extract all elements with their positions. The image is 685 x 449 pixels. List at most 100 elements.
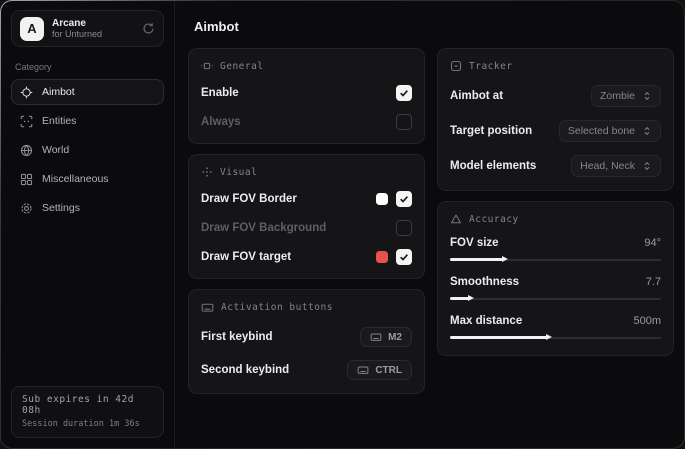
first-keybind-button[interactable]: M2 bbox=[360, 327, 412, 347]
setting-label: Draw FOV Border bbox=[201, 193, 297, 205]
slider-fill bbox=[450, 297, 469, 300]
setting-label: Always bbox=[201, 116, 241, 128]
slider-thumb[interactable] bbox=[502, 256, 508, 262]
sub-expires-text: Sub expires in 42d 08h bbox=[22, 394, 153, 416]
model-elements-dropdown[interactable]: Head, Neck bbox=[571, 155, 661, 177]
second-keybind-button[interactable]: CTRL bbox=[347, 360, 412, 380]
setting-label: Draw FOV target bbox=[201, 251, 291, 263]
sidebar-item-label: Aimbot bbox=[42, 86, 75, 98]
card-title: Activation buttons bbox=[221, 302, 333, 313]
arcane-window: A Arcane for Unturned Category Aimbot bbox=[1, 1, 684, 448]
sidebar-item-entities[interactable]: Entities bbox=[11, 108, 164, 134]
tracker-card: Tracker Aimbot at Zombie bbox=[437, 48, 674, 191]
sidebar-item-label: Miscellaneous bbox=[42, 173, 109, 185]
keybind-value: CTRL bbox=[375, 365, 402, 376]
setting-row-smoothness: Smoothness 7.7 bbox=[450, 276, 661, 303]
smoothness-slider[interactable] bbox=[450, 294, 661, 303]
setting-row-fov-background: Draw FOV Background bbox=[201, 220, 412, 236]
dropdown-value: Selected bone bbox=[568, 125, 635, 137]
app-names: Arcane for Unturned bbox=[52, 18, 134, 40]
setting-label: Draw FOV Background bbox=[201, 222, 326, 234]
sidebar-item-world[interactable]: World bbox=[11, 137, 164, 163]
card-title: Visual bbox=[220, 167, 257, 178]
setting-row-max-distance: Max distance 500m bbox=[450, 315, 661, 342]
setting-row-target-position: Target position Selected bone bbox=[450, 120, 661, 142]
sidebar-item-settings[interactable]: Settings bbox=[11, 195, 164, 221]
fov-border-checkbox[interactable] bbox=[396, 191, 412, 207]
grid-icon bbox=[20, 173, 33, 186]
setting-row-aimbot-at: Aimbot at Zombie bbox=[450, 85, 661, 107]
smoothness-value: 7.7 bbox=[646, 276, 661, 288]
fov-target-color-swatch[interactable] bbox=[376, 251, 388, 263]
setting-row-second-keybind: Second keybind CTRL bbox=[201, 360, 412, 380]
sidebar-item-miscellaneous[interactable]: Miscellaneous bbox=[11, 166, 164, 192]
activation-card-header: Activation buttons bbox=[201, 301, 412, 314]
setting-label: Model elements bbox=[450, 160, 536, 172]
keyboard-icon bbox=[357, 364, 369, 376]
category-label: Category bbox=[15, 62, 160, 72]
dropdown-value: Head, Neck bbox=[580, 160, 635, 172]
keybind-value: M2 bbox=[388, 332, 402, 343]
globe-icon bbox=[20, 144, 33, 157]
target-position-dropdown[interactable]: Selected bone bbox=[559, 120, 661, 142]
setting-label: Aimbot at bbox=[450, 90, 503, 102]
setting-row-enable: Enable bbox=[201, 85, 412, 101]
setting-label: Smoothness bbox=[450, 276, 519, 288]
aimbot-at-dropdown[interactable]: Zombie bbox=[591, 85, 661, 107]
keyboard-icon bbox=[201, 301, 214, 314]
general-card-header: General bbox=[201, 60, 412, 72]
setting-row-always: Always bbox=[201, 114, 412, 130]
setting-label: Second keybind bbox=[201, 364, 289, 376]
tracker-icon bbox=[450, 60, 462, 72]
sidebar-item-label: Entities bbox=[42, 115, 76, 127]
tracker-card-header: Tracker bbox=[450, 60, 661, 72]
setting-row-fov-target: Draw FOV target bbox=[201, 249, 412, 265]
max-distance-slider[interactable] bbox=[450, 333, 661, 342]
enable-checkbox[interactable] bbox=[396, 85, 412, 101]
app-logo: A bbox=[20, 17, 44, 41]
card-title: General bbox=[220, 61, 264, 72]
visual-card: Visual Draw FOV Border Draw FOV Backgrou… bbox=[188, 154, 425, 279]
window-frame: A Arcane for Unturned Category Aimbot bbox=[0, 0, 685, 449]
app-header: A Arcane for Unturned bbox=[11, 10, 164, 47]
main-content: Aimbot General bbox=[175, 1, 684, 448]
slider-fill bbox=[450, 258, 503, 261]
slider-fill bbox=[450, 336, 547, 339]
setting-label: FOV size bbox=[450, 237, 499, 249]
scan-icon bbox=[20, 115, 33, 128]
card-title: Accuracy bbox=[469, 214, 519, 225]
sidebar: A Arcane for Unturned Category Aimbot bbox=[1, 1, 175, 448]
fov-target-checkbox[interactable] bbox=[396, 249, 412, 265]
sidebar-item-label: World bbox=[42, 144, 69, 156]
slider-track bbox=[450, 298, 661, 300]
always-checkbox[interactable] bbox=[396, 114, 412, 130]
setting-label: Max distance bbox=[450, 315, 522, 327]
left-column: General Enable Always bbox=[188, 48, 425, 394]
sidebar-item-aimbot[interactable]: Aimbot bbox=[11, 79, 164, 105]
crosshair-icon bbox=[20, 86, 33, 99]
fov-border-color-swatch[interactable] bbox=[376, 193, 388, 205]
sidebar-nav: Aimbot Entities World bbox=[11, 79, 164, 221]
app-name: Arcane bbox=[52, 18, 134, 30]
session-duration-text: Session duration 1m 36s bbox=[22, 419, 153, 429]
triangle-icon bbox=[450, 213, 462, 225]
setting-row-fov-size: FOV size 94° bbox=[450, 237, 661, 264]
fov-size-slider[interactable] bbox=[450, 255, 661, 264]
chevron-up-down-icon bbox=[642, 161, 652, 171]
slider-thumb[interactable] bbox=[546, 334, 552, 340]
subscription-info: Sub expires in 42d 08h Session duration … bbox=[11, 386, 164, 438]
slider-thumb[interactable] bbox=[468, 295, 474, 301]
dropdown-value: Zombie bbox=[600, 90, 635, 102]
accuracy-card-header: Accuracy bbox=[450, 213, 661, 225]
sidebar-item-label: Settings bbox=[42, 202, 80, 214]
right-column: Tracker Aimbot at Zombie bbox=[437, 48, 674, 394]
max-distance-value: 500m bbox=[633, 315, 661, 327]
keyboard-icon bbox=[370, 331, 382, 343]
refresh-icon[interactable] bbox=[142, 22, 155, 35]
setting-row-model-elements: Model elements Head, Neck bbox=[450, 155, 661, 177]
sliders-icon bbox=[201, 60, 213, 72]
fov-background-checkbox[interactable] bbox=[396, 220, 412, 236]
setting-label: Target position bbox=[450, 125, 532, 137]
gear-icon bbox=[20, 202, 33, 215]
visual-card-header: Visual bbox=[201, 166, 412, 178]
